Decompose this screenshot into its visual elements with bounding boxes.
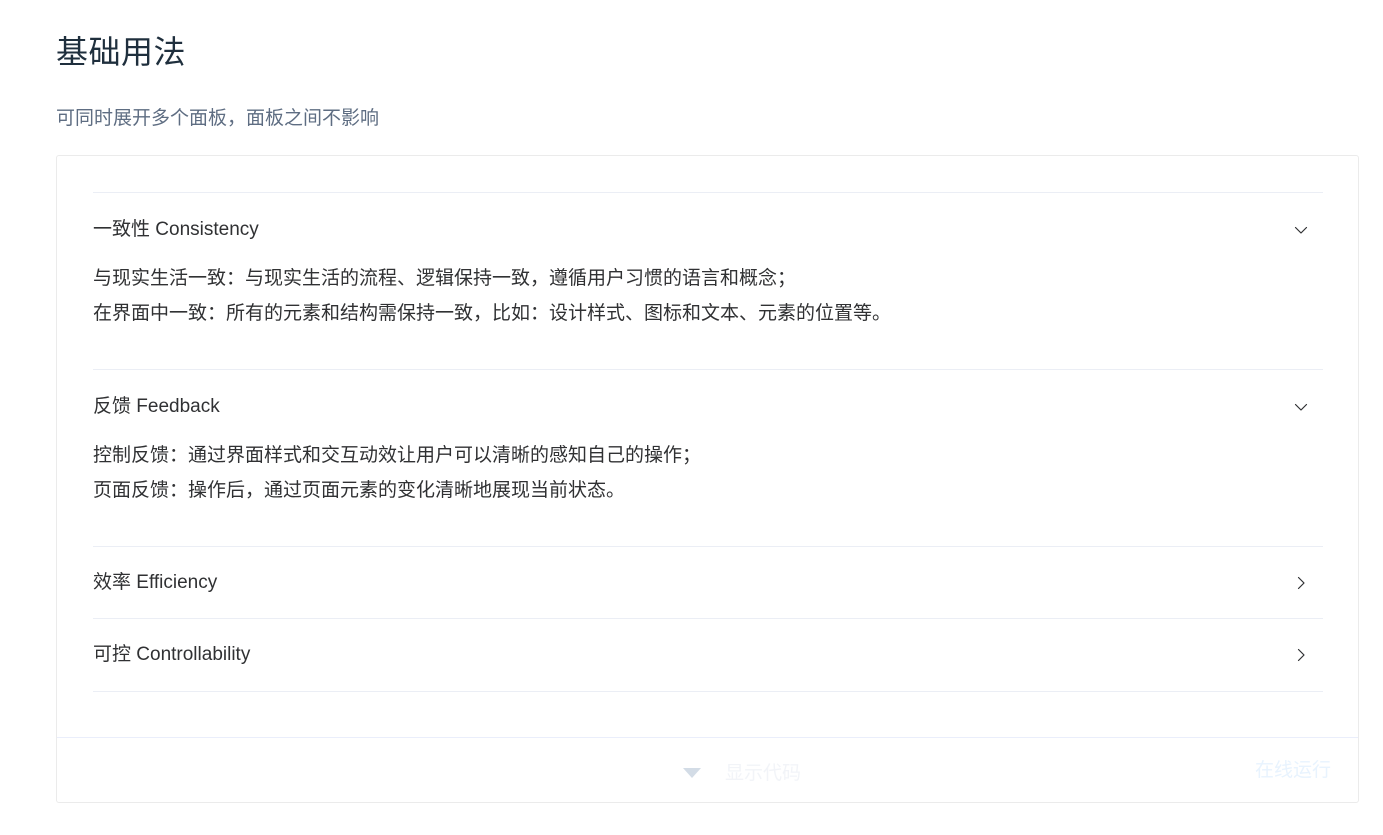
collapse-title: 反馈 Feedback	[93, 396, 220, 417]
collapse-item-feedback: 反馈 Feedback 控制反馈：通过界面样式和交互动效让用户可以清晰的感知自己…	[93, 370, 1323, 547]
content-line: 在界面中一致：所有的元素和结构需保持一致，比如：设计样式、图标和文本、元素的位置…	[93, 303, 892, 324]
collapse-item-consistency: 一致性 Consistency 与现实生活一致：与现实生活的流程、逻辑保持一致，…	[93, 193, 1323, 370]
caret-down-icon	[683, 768, 701, 778]
collapse-title: 效率 Efficiency	[93, 572, 218, 593]
show-code-label: 显示代码	[725, 762, 802, 784]
collapse-header-controllability[interactable]: 可控 Controllability	[93, 619, 1323, 691]
show-code-toggle[interactable]: 显示代码	[683, 756, 801, 786]
demo-block: 一致性 Consistency 与现实生活一致：与现实生活的流程、逻辑保持一致，…	[56, 155, 1359, 803]
collapse-title: 可控 Controllability	[93, 644, 251, 665]
collapse-header-consistency[interactable]: 一致性 Consistency	[93, 193, 1323, 267]
collapse-header-efficiency[interactable]: 效率 Efficiency	[93, 547, 1323, 619]
section-description: 可同时展开多个面板，面板之间不影响	[56, 108, 380, 129]
collapse-header-feedback[interactable]: 反馈 Feedback	[93, 370, 1323, 444]
collapse-title: 一致性 Consistency	[93, 219, 259, 240]
collapse-content-feedback: 控制反馈：通过界面样式和交互动效让用户可以清晰的感知自己的操作； 页面反馈：操作…	[93, 438, 1323, 547]
collapse: 一致性 Consistency 与现实生活一致：与现实生活的流程、逻辑保持一致，…	[93, 192, 1323, 692]
chevron-right-icon	[1293, 575, 1309, 591]
page: 基础用法 可同时展开多个面板，面板之间不影响 一致性 Consistency 与…	[0, 0, 1383, 835]
collapse-content-consistency: 与现实生活一致：与现实生活的流程、逻辑保持一致，遵循用户习惯的语言和概念； 在界…	[93, 261, 1323, 370]
collapse-item-controllability: 可控 Controllability	[93, 619, 1323, 691]
chevron-down-icon	[1293, 222, 1309, 238]
collapse-item-efficiency: 效率 Efficiency	[93, 547, 1323, 619]
section-title: 基础用法	[56, 34, 187, 70]
chevron-right-icon	[1293, 647, 1309, 663]
content-line: 页面反馈：操作后，通过页面元素的变化清晰地展现当前状态。	[93, 480, 626, 501]
online-run-button[interactable]: 在线运行	[1255, 755, 1331, 787]
demo-control-bar: 显示代码 在线运行	[57, 737, 1358, 802]
demo-source: 一致性 Consistency 与现实生活一致：与现实生活的流程、逻辑保持一致，…	[93, 192, 1323, 692]
chevron-down-icon	[1293, 399, 1309, 415]
